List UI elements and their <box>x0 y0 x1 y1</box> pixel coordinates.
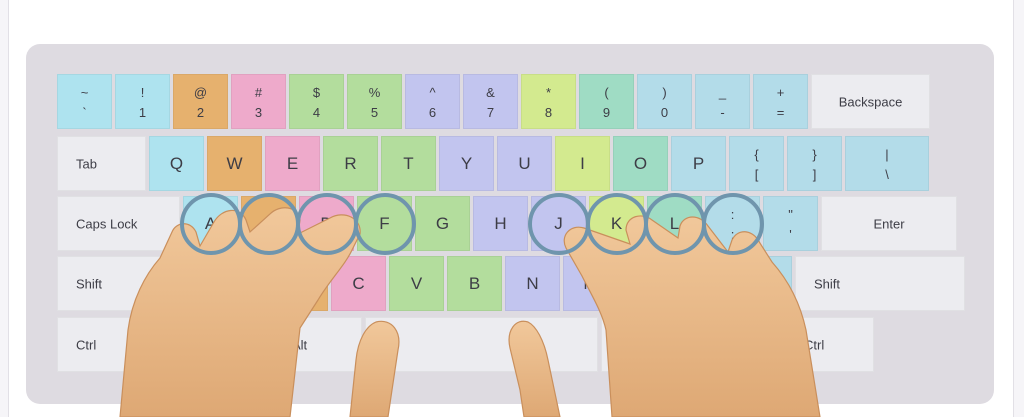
home-key-ring <box>527 192 590 255</box>
hands-illustration <box>119 207 821 417</box>
home-key-ring <box>295 192 358 255</box>
home-key-ring <box>585 192 648 255</box>
home-key-ring <box>643 192 706 255</box>
home-key-ring <box>237 192 300 255</box>
home-key-ring <box>353 192 416 255</box>
home-key-ring <box>179 192 242 255</box>
home-key-ring <box>701 192 764 255</box>
